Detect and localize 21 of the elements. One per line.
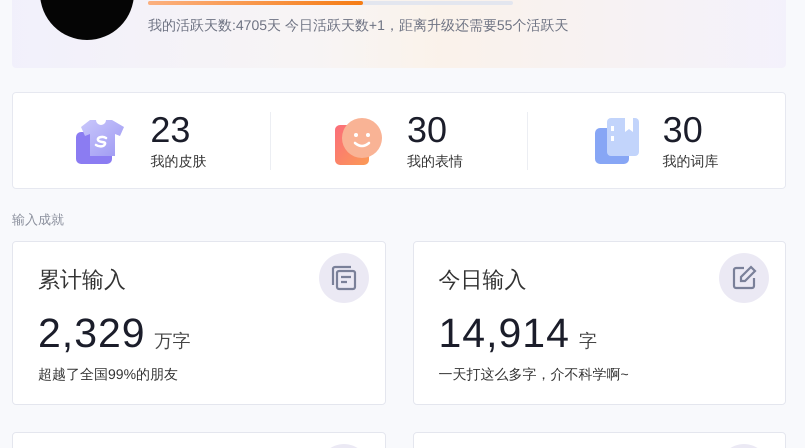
tshirt-icon <box>76 118 126 164</box>
stat-value: 30 <box>662 110 704 148</box>
edit-icon <box>730 264 758 292</box>
activity-text: 我的活跃天数:4705天 今日活跃天数+1，距离升级还需要55个活跃天 <box>148 17 568 35</box>
card-unit: 字 <box>578 330 597 353</box>
card-title: 今日输入 <box>438 266 526 294</box>
stat-label[interactable]: 我的皮肤 <box>150 152 206 170</box>
card-value: 2,329 <box>38 310 146 356</box>
smiley-icon <box>335 116 383 164</box>
card-value: 14,914 <box>438 310 570 356</box>
stat-label[interactable]: 我的词库 <box>662 152 719 170</box>
stat-label[interactable]: 我的表情 <box>407 152 463 170</box>
stat-value: 30 <box>407 110 448 148</box>
card-title: 累计输入 <box>38 266 126 294</box>
card-unit: 万字 <box>154 330 191 353</box>
document-icon <box>330 264 358 292</box>
books-icon <box>594 118 639 164</box>
card-note: 一天打这么多字，介不科学啊~ <box>438 366 630 384</box>
section-title: 输入成就 <box>12 211 65 229</box>
stat-value: 23 <box>150 110 192 148</box>
card-note: 超越了全国99%的朋友 <box>38 366 180 384</box>
